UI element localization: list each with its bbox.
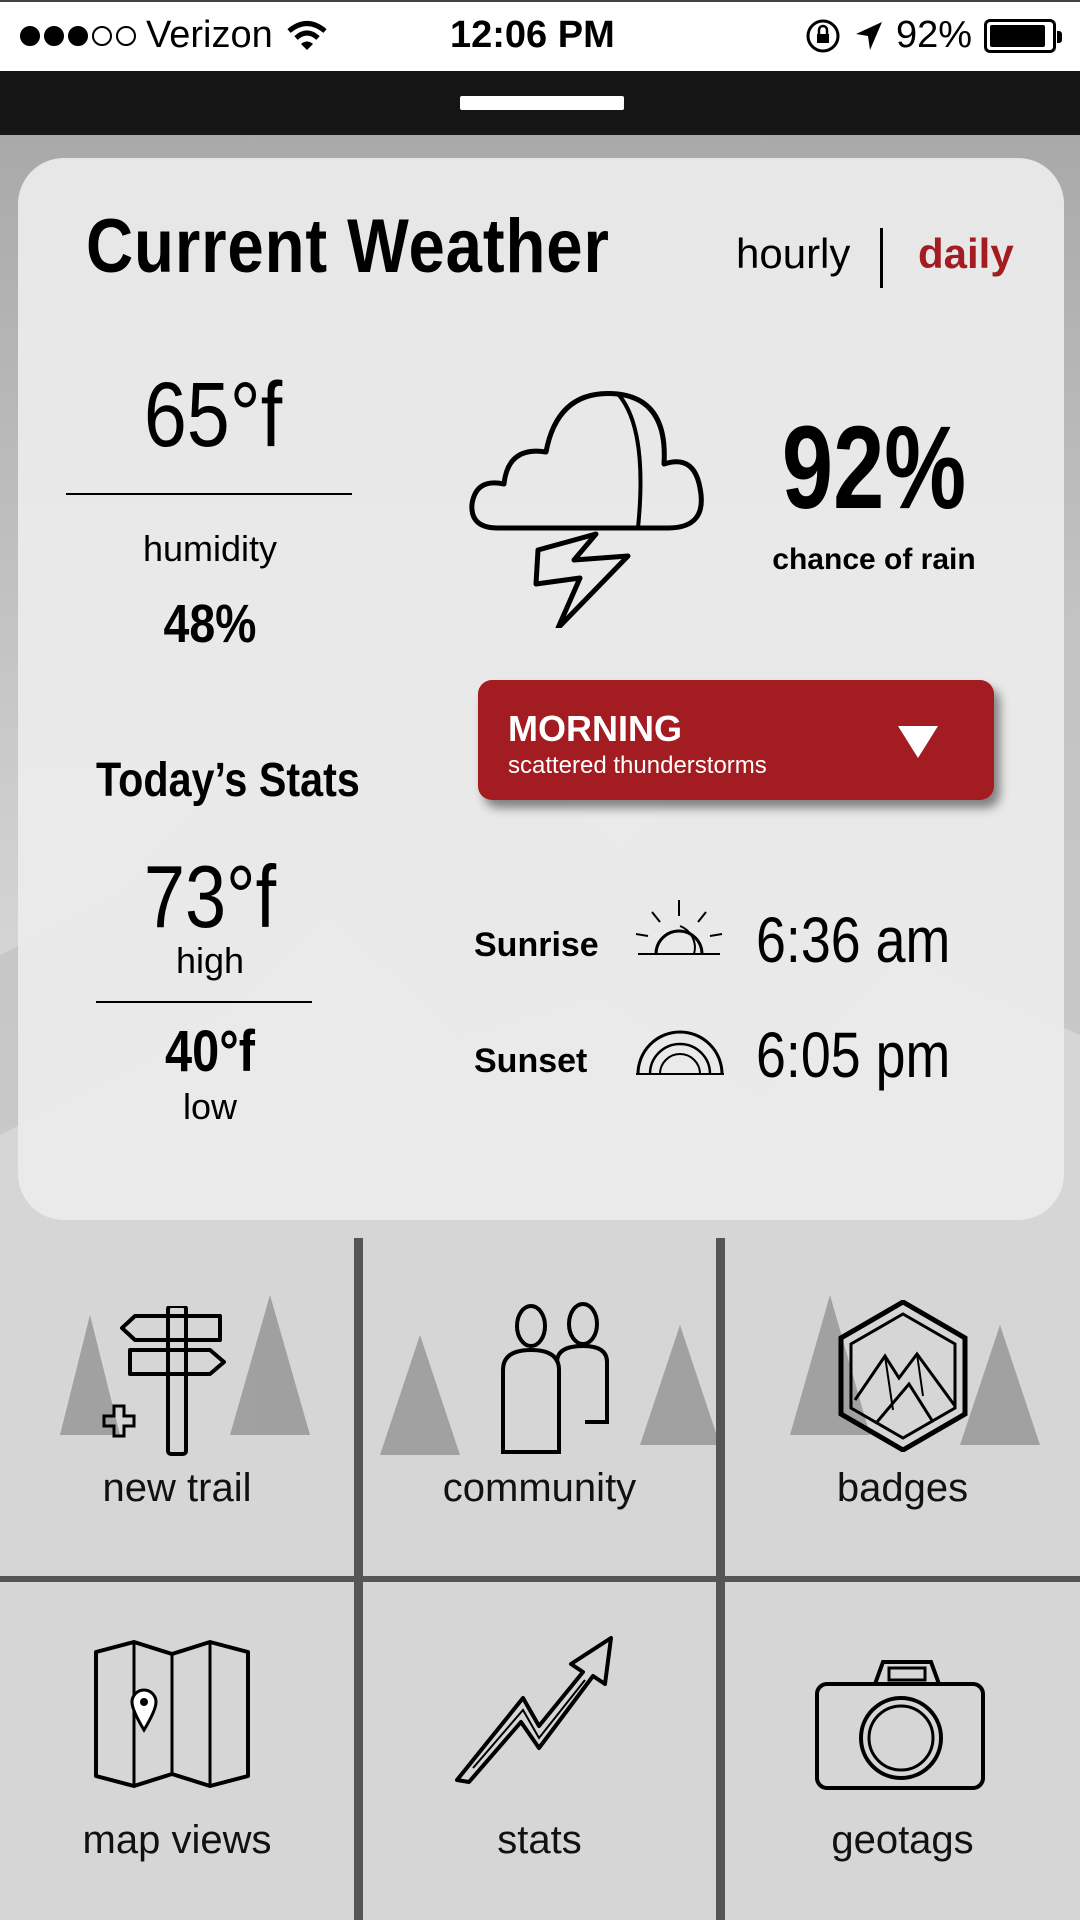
rain-chance-label: chance of rain — [772, 543, 976, 576]
tab-hourly[interactable]: hourly — [736, 230, 850, 278]
map-icon — [94, 1640, 250, 1788]
todays-stats-title: Today’s Stats — [96, 754, 360, 807]
forecast-period-dropdown[interactable]: MORNING scattered thunderstorms — [478, 680, 994, 800]
sunset-time: 6:05 pm — [756, 1019, 951, 1091]
tab-daily[interactable]: daily — [918, 230, 1014, 278]
sunset-label: Sunset — [474, 1042, 588, 1080]
sunrise-label: Sunrise — [474, 926, 599, 964]
tile-label: new trail — [102, 1466, 252, 1510]
status-bar: Verizon 12:06 PM 92% — [0, 0, 1080, 71]
thunderstorm-icon — [469, 390, 704, 628]
battery-icon — [984, 18, 1062, 53]
people-icon — [501, 1302, 609, 1454]
tile-label: badges — [836, 1466, 969, 1510]
location-arrow-icon — [855, 21, 882, 50]
wifi-icon — [287, 20, 327, 50]
signal-strength-icon — [20, 25, 136, 46]
sunrise-time: 6:36 am — [756, 904, 951, 976]
current-temperature: 65°f — [143, 364, 283, 466]
trend-arrow-icon — [455, 1636, 613, 1784]
tile-label: stats — [497, 1818, 582, 1862]
tile-label: geotags — [831, 1818, 974, 1862]
tile-community[interactable]: community — [363, 1238, 716, 1576]
drag-handle[interactable] — [460, 96, 624, 110]
rain-chance-value: 92% — [781, 402, 967, 534]
forecast-period-subtitle: scattered thunderstorms — [508, 752, 767, 779]
rotation-lock-icon — [806, 19, 840, 52]
forecast-period-title: MORNING — [508, 708, 682, 749]
tile-geotags[interactable]: geotags — [725, 1582, 1080, 1920]
tile-new-trail[interactable]: new trail — [0, 1238, 354, 1576]
status-time: 12:06 PM — [450, 14, 615, 56]
humidity-label: humidity — [142, 528, 278, 569]
tile-stats[interactable]: stats — [363, 1582, 716, 1920]
humidity-value: 48% — [163, 594, 257, 654]
signpost-icon — [102, 1306, 226, 1456]
battery-percentage: 92% — [895, 14, 972, 56]
header-bar — [0, 71, 1080, 135]
low-label: low — [182, 1086, 238, 1127]
divider — [66, 493, 352, 495]
badge-hexagon-icon — [838, 1300, 968, 1452]
tab-divider — [880, 228, 883, 288]
divider — [96, 1001, 312, 1003]
tile-label: community — [442, 1466, 637, 1510]
low-temperature: 40°f — [165, 1019, 255, 1084]
camera-icon — [815, 1660, 985, 1790]
sunset-icon — [636, 1030, 724, 1075]
tile-map-views[interactable]: map views — [0, 1582, 354, 1920]
tile-label: map views — [82, 1818, 272, 1862]
carrier-name: Verizon — [146, 14, 273, 56]
dropdown-arrow-icon — [898, 726, 938, 758]
weather-card: Current Weather hourly daily 65°f humidi… — [18, 158, 1064, 1220]
sunrise-icon — [635, 900, 723, 955]
card-title: Current Weather — [86, 204, 610, 289]
high-temperature: 73°f — [143, 847, 277, 946]
tile-badges[interactable]: badges — [725, 1238, 1080, 1576]
high-label: high — [175, 940, 245, 981]
